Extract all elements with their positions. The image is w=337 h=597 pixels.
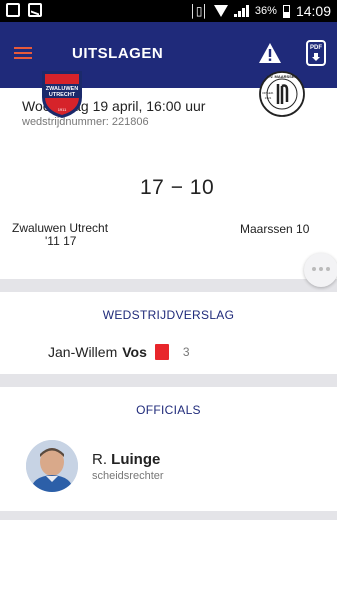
svg-text:1911: 1911 bbox=[58, 107, 67, 112]
official-avatar bbox=[26, 440, 78, 492]
match-report-title: WEDSTRIJDVERSLAG bbox=[102, 308, 235, 322]
svg-text:1921: 1921 bbox=[265, 96, 272, 100]
screenshot-icon bbox=[6, 3, 20, 17]
home-team-name: Zwaluwen Utrecht '11 17 bbox=[12, 221, 109, 248]
warning-icon[interactable] bbox=[258, 42, 282, 64]
report-event: Jan-Willem Vos 3 bbox=[48, 344, 190, 360]
match-card: Woensdag 19 april, 16:00 uur wedstrijdnu… bbox=[0, 71, 337, 279]
more-dots-icon bbox=[312, 267, 330, 271]
more-options-button[interactable] bbox=[304, 253, 337, 287]
pdf-download-icon[interactable]: PDF bbox=[306, 40, 326, 66]
pdf-label: PDF bbox=[310, 45, 322, 51]
home-team-logo: ZWALUWEN UTRECHT 1911 bbox=[42, 71, 82, 118]
red-card-icon bbox=[154, 344, 169, 360]
clock: 14:09 bbox=[295, 3, 331, 19]
player-first-name: Jan-Willem bbox=[48, 344, 118, 360]
hamburger-icon[interactable] bbox=[14, 45, 32, 61]
event-minute: 3 bbox=[182, 345, 190, 359]
signal-icon bbox=[233, 5, 249, 17]
vibrate-icon: │▯│ bbox=[189, 4, 209, 18]
battery-percentage: 36% bbox=[254, 5, 277, 17]
svg-text:UTRECHT: UTRECHT bbox=[49, 92, 76, 98]
mail-icon bbox=[28, 3, 42, 17]
match-score: 17 − 10 bbox=[140, 176, 215, 199]
battery-icon bbox=[282, 4, 290, 18]
match-report-card: WEDSTRIJDVERSLAG Jan-Willem Vos 3 bbox=[0, 292, 337, 374]
player-last-name: Vos bbox=[122, 344, 147, 360]
svg-text:OPGER.: OPGER. bbox=[262, 91, 274, 95]
svg-text:V.V. MAARSSEN: V.V. MAARSSEN bbox=[267, 74, 298, 79]
download-arrow-icon bbox=[312, 53, 320, 61]
official-name: R. Luinge bbox=[92, 451, 161, 468]
officials-title: OFFICIALS bbox=[136, 403, 201, 417]
official-role: scheidsrechter bbox=[92, 470, 164, 482]
wifi-icon bbox=[213, 5, 228, 17]
page-title: UITSLAGEN bbox=[72, 45, 164, 62]
away-team-name: Maarssen 10 bbox=[240, 222, 310, 236]
away-team-logo: V.V. MAARSSEN OPGER. 1921 bbox=[259, 71, 305, 117]
status-bar: │▯│ 36% 14:09 bbox=[0, 0, 337, 22]
